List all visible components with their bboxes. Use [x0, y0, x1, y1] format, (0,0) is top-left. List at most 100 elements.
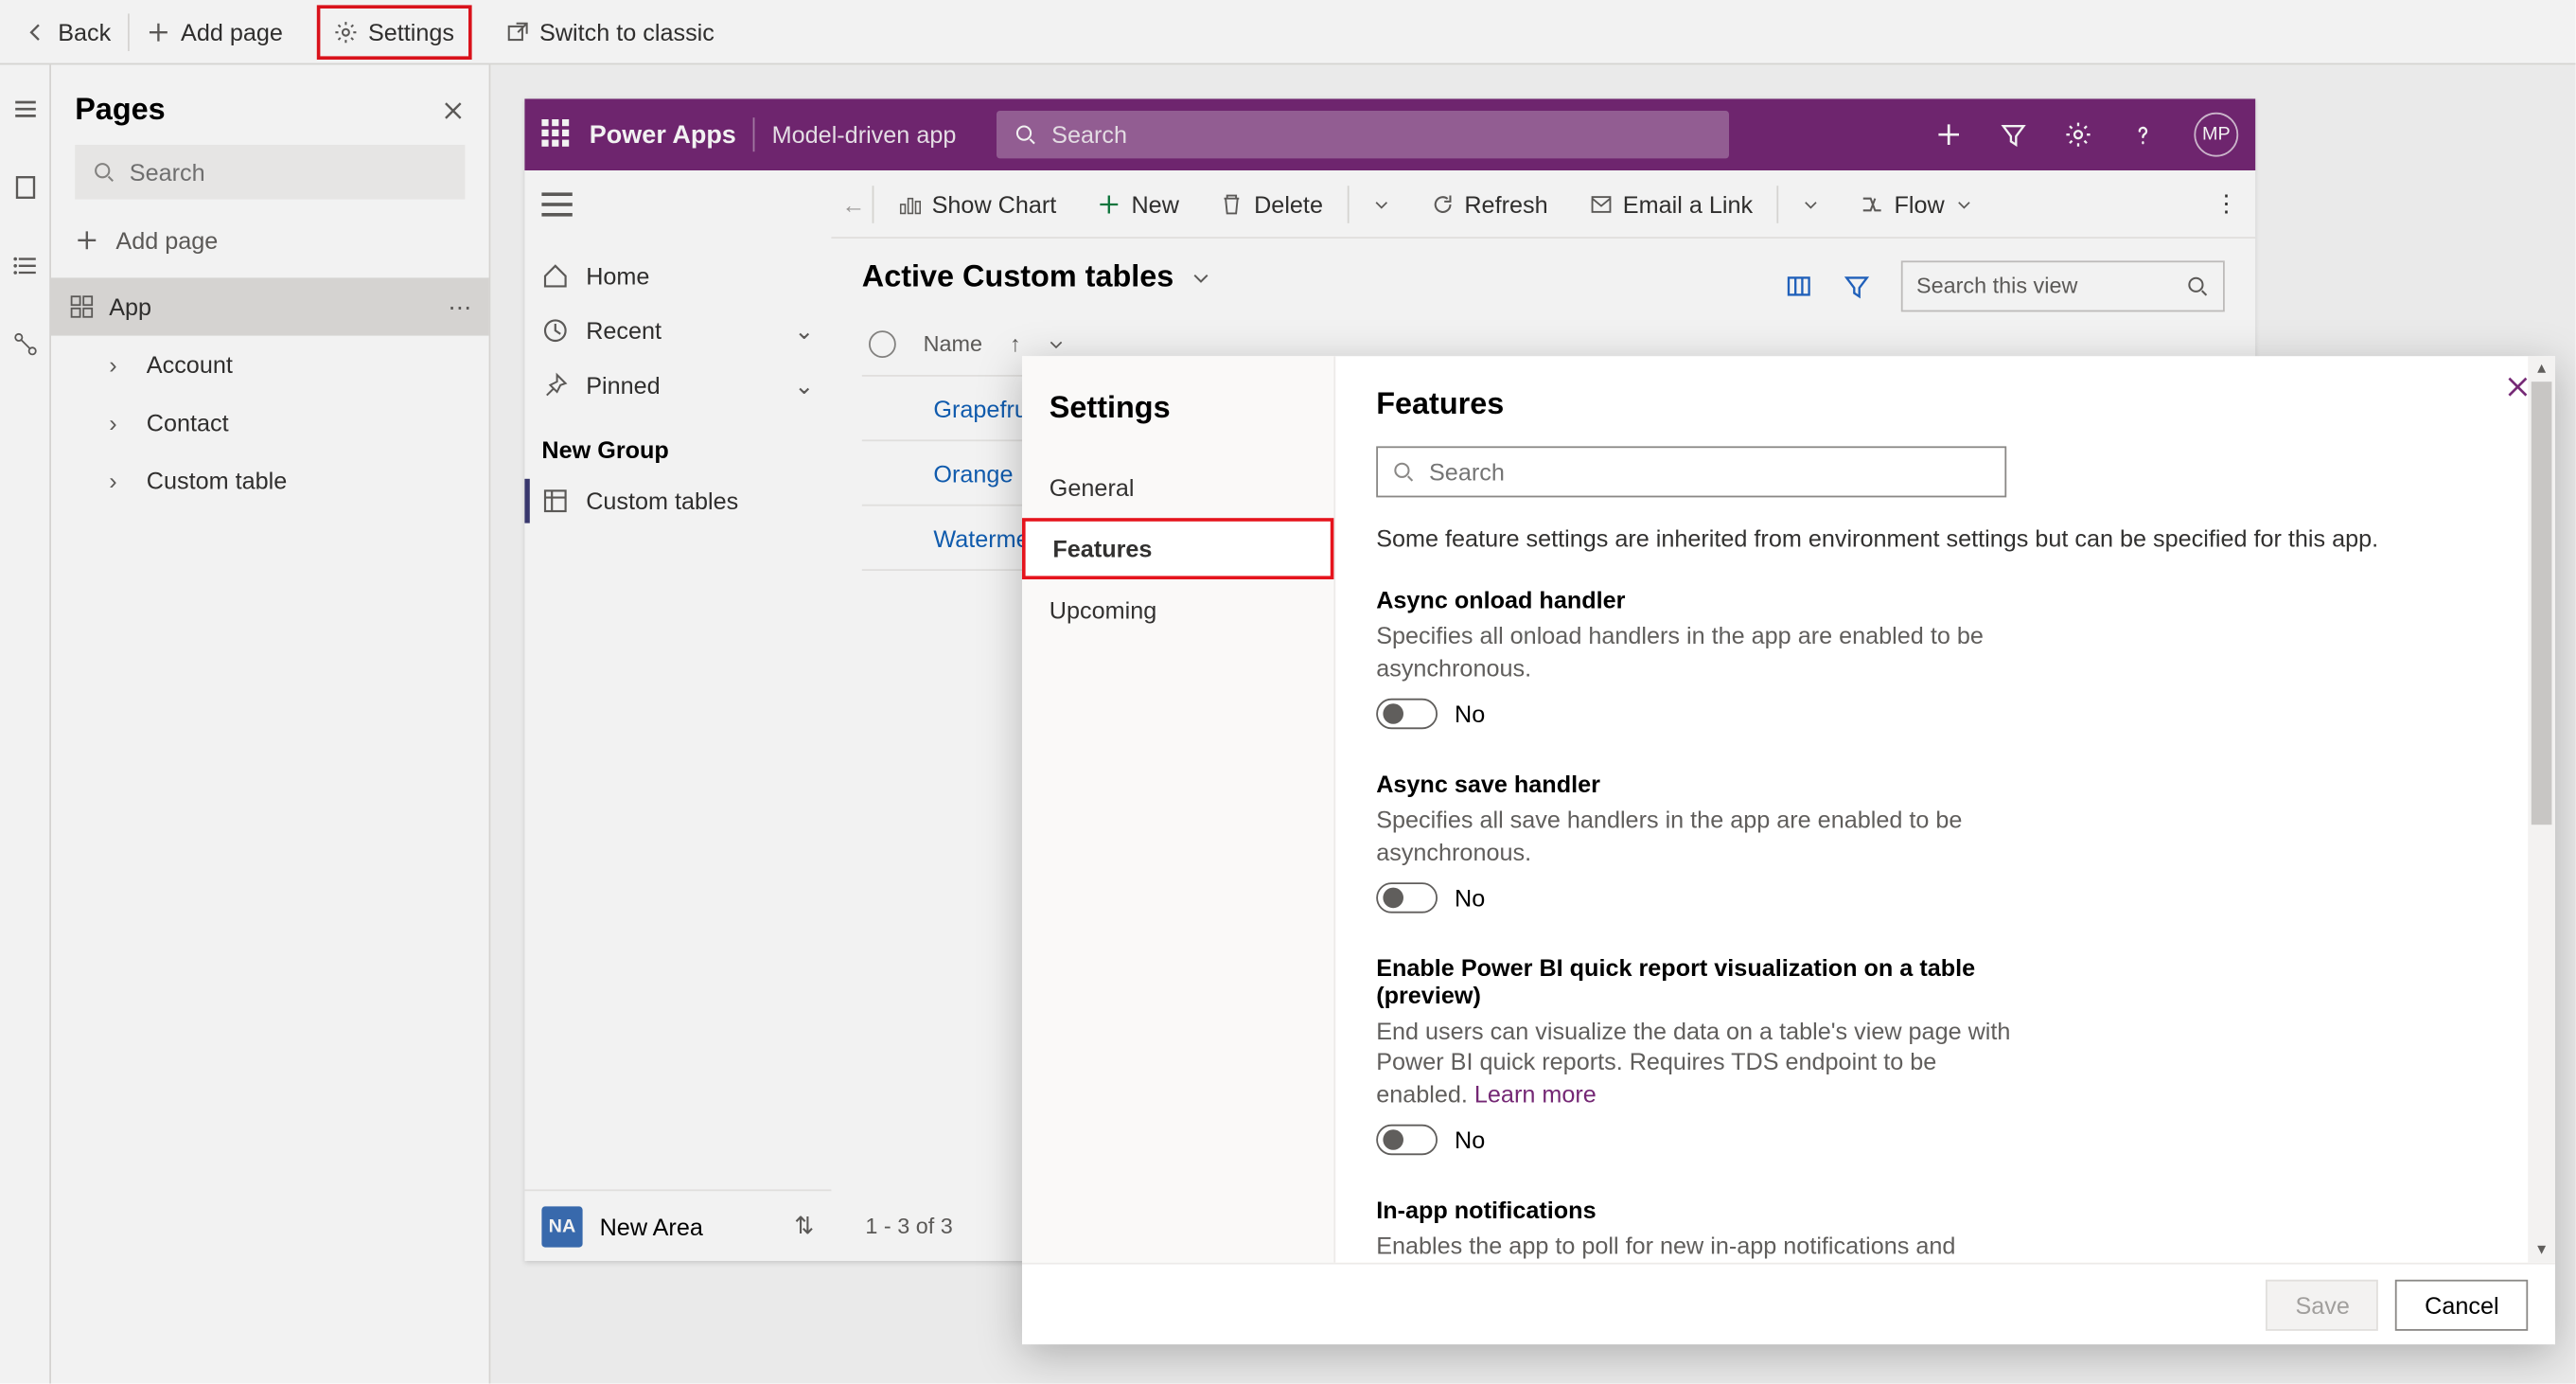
nav-pinned[interactable]: Pinned ⌄ [524, 358, 831, 413]
row-link[interactable]: Orange [933, 459, 1013, 487]
filter-icon[interactable] [2000, 121, 2027, 149]
close-icon [2504, 373, 2532, 400]
search-icon [1392, 460, 1416, 484]
sort-asc-icon: ↑ [1010, 330, 1021, 356]
gear-icon[interactable] [2065, 121, 2092, 149]
delete-split[interactable] [1355, 170, 1406, 237]
email-link-button[interactable]: Email a Link [1572, 170, 1770, 237]
switch-classic-label: Switch to classic [539, 18, 715, 45]
automation-icon[interactable] [11, 330, 39, 358]
features-search-input[interactable] [1429, 458, 1991, 486]
page-icon[interactable] [11, 174, 39, 202]
cancel-button[interactable]: Cancel [2396, 1279, 2529, 1330]
plus-icon [147, 20, 170, 44]
dialog-scrollbar[interactable]: ▴ ▾ [2528, 356, 2555, 1263]
tree-account-label: Account [147, 351, 233, 379]
help-icon[interactable] [2129, 121, 2157, 149]
feature-desc: Specifies all onload handlers in the app… [1376, 620, 2023, 684]
area-label: New Area [600, 1213, 703, 1240]
settings-tab-general[interactable]: General [1022, 456, 1333, 518]
dialog-close-button[interactable] [2504, 373, 2532, 409]
view-search-placeholder: Search this view [1916, 273, 2077, 298]
edit-columns-icon[interactable] [1785, 272, 1812, 299]
toggle-powerbi[interactable] [1376, 1125, 1438, 1155]
home-icon [541, 262, 569, 290]
features-search[interactable] [1376, 447, 2006, 498]
row-link[interactable]: Grapefru [933, 395, 1027, 422]
col-name[interactable]: Name [924, 330, 982, 356]
left-rail [0, 64, 51, 1383]
delete-button[interactable]: Delete [1203, 170, 1340, 237]
view-selector[interactable]: Active Custom tables [862, 259, 1211, 295]
back-icon[interactable]: ← [841, 190, 865, 218]
new-label: New [1131, 190, 1178, 218]
feature-async-save: Async save handler Specifies all save ha… [1376, 770, 2023, 913]
select-all-radio[interactable] [869, 329, 896, 357]
flow-icon [1860, 192, 1883, 216]
switch-classic-button[interactable]: Switch to classic [488, 0, 732, 63]
pages-add-label: Add page [115, 226, 218, 254]
pages-search[interactable] [75, 145, 465, 200]
toggle-async-save[interactable] [1376, 882, 1438, 913]
hamburger-icon[interactable] [541, 192, 572, 216]
scroll-up-icon[interactable]: ▴ [2537, 360, 2546, 379]
gear-icon [334, 20, 358, 44]
toggle-async-onload[interactable] [1376, 699, 1438, 729]
add-page-button[interactable]: Add page [130, 0, 300, 63]
settings-button[interactable]: Settings [300, 0, 488, 63]
nav-home[interactable]: Home [524, 249, 831, 304]
avatar[interactable]: MP [2194, 113, 2238, 157]
tree-account[interactable]: › Account [51, 336, 489, 394]
area-switcher[interactable]: NA New Area ⇅ [524, 1189, 831, 1261]
nav-pinned-label: Pinned [586, 371, 660, 399]
list-icon[interactable] [11, 252, 39, 279]
trash-icon [1220, 192, 1244, 216]
waffle-icon[interactable] [541, 119, 572, 150]
overflow-button[interactable]: ⋮ [2197, 170, 2255, 237]
scroll-down-icon[interactable]: ▾ [2537, 1240, 2546, 1259]
filter-icon[interactable] [1844, 272, 1871, 299]
header-search-input[interactable] [1051, 121, 1712, 149]
email-split[interactable] [1785, 170, 1836, 237]
chevron-updown-icon: ⇅ [794, 1212, 814, 1241]
view-search[interactable]: Search this view [1901, 260, 2225, 311]
back-button[interactable]: Back [7, 0, 128, 63]
feature-desc: Enables the app to poll for new in-app n… [1376, 1233, 2014, 1263]
show-chart-button[interactable]: Show Chart [881, 170, 1074, 237]
email-link-label: Email a Link [1623, 190, 1753, 218]
refresh-button[interactable]: Refresh [1413, 170, 1564, 237]
designer-toolbar: Back Add page Settings Switch to classic [0, 0, 2576, 64]
header-search[interactable] [997, 111, 1730, 158]
settings-tab-features[interactable]: Features [1022, 518, 1333, 579]
flow-button[interactable]: Flow [1843, 170, 1988, 237]
entity-icon [541, 488, 569, 515]
nav-custom-tables[interactable]: Custom tables [524, 473, 831, 528]
app-icon [68, 293, 96, 321]
scroll-thumb[interactable] [2532, 381, 2552, 825]
settings-tab-upcoming[interactable]: Upcoming [1022, 579, 1333, 641]
search-icon [1015, 123, 1038, 147]
tree-app[interactable]: App ⋯ [51, 277, 489, 335]
feature-title: Async onload handler [1376, 586, 2023, 613]
show-chart-label: Show Chart [932, 190, 1057, 218]
chevron-down-icon[interactable] [1048, 335, 1065, 352]
save-button[interactable]: Save [2267, 1279, 2379, 1330]
nav-home-label: Home [586, 262, 649, 290]
plus-icon[interactable] [1935, 121, 1963, 149]
app-name-label: Model-driven app [772, 121, 957, 149]
nav-recent[interactable]: Recent ⌄ [524, 303, 831, 358]
pages-title: Pages [75, 92, 165, 128]
tree-custom-table[interactable]: › Custom table [51, 452, 489, 509]
settings-label: Settings [368, 18, 454, 45]
close-icon[interactable] [441, 98, 465, 122]
learn-more-link[interactable]: Learn more [1474, 1081, 1597, 1109]
tree-contact[interactable]: › Contact [51, 394, 489, 452]
chevron-down-icon [1802, 195, 1819, 212]
pages-search-input[interactable] [130, 158, 449, 186]
new-button[interactable]: New [1080, 170, 1195, 237]
pages-add-page[interactable]: Add page [75, 217, 465, 264]
toggle-state: No [1455, 700, 1485, 727]
row-link[interactable]: Waterme [933, 524, 1029, 552]
more-icon[interactable]: ⋯ [448, 293, 471, 322]
hamburger-icon[interactable] [11, 96, 39, 123]
